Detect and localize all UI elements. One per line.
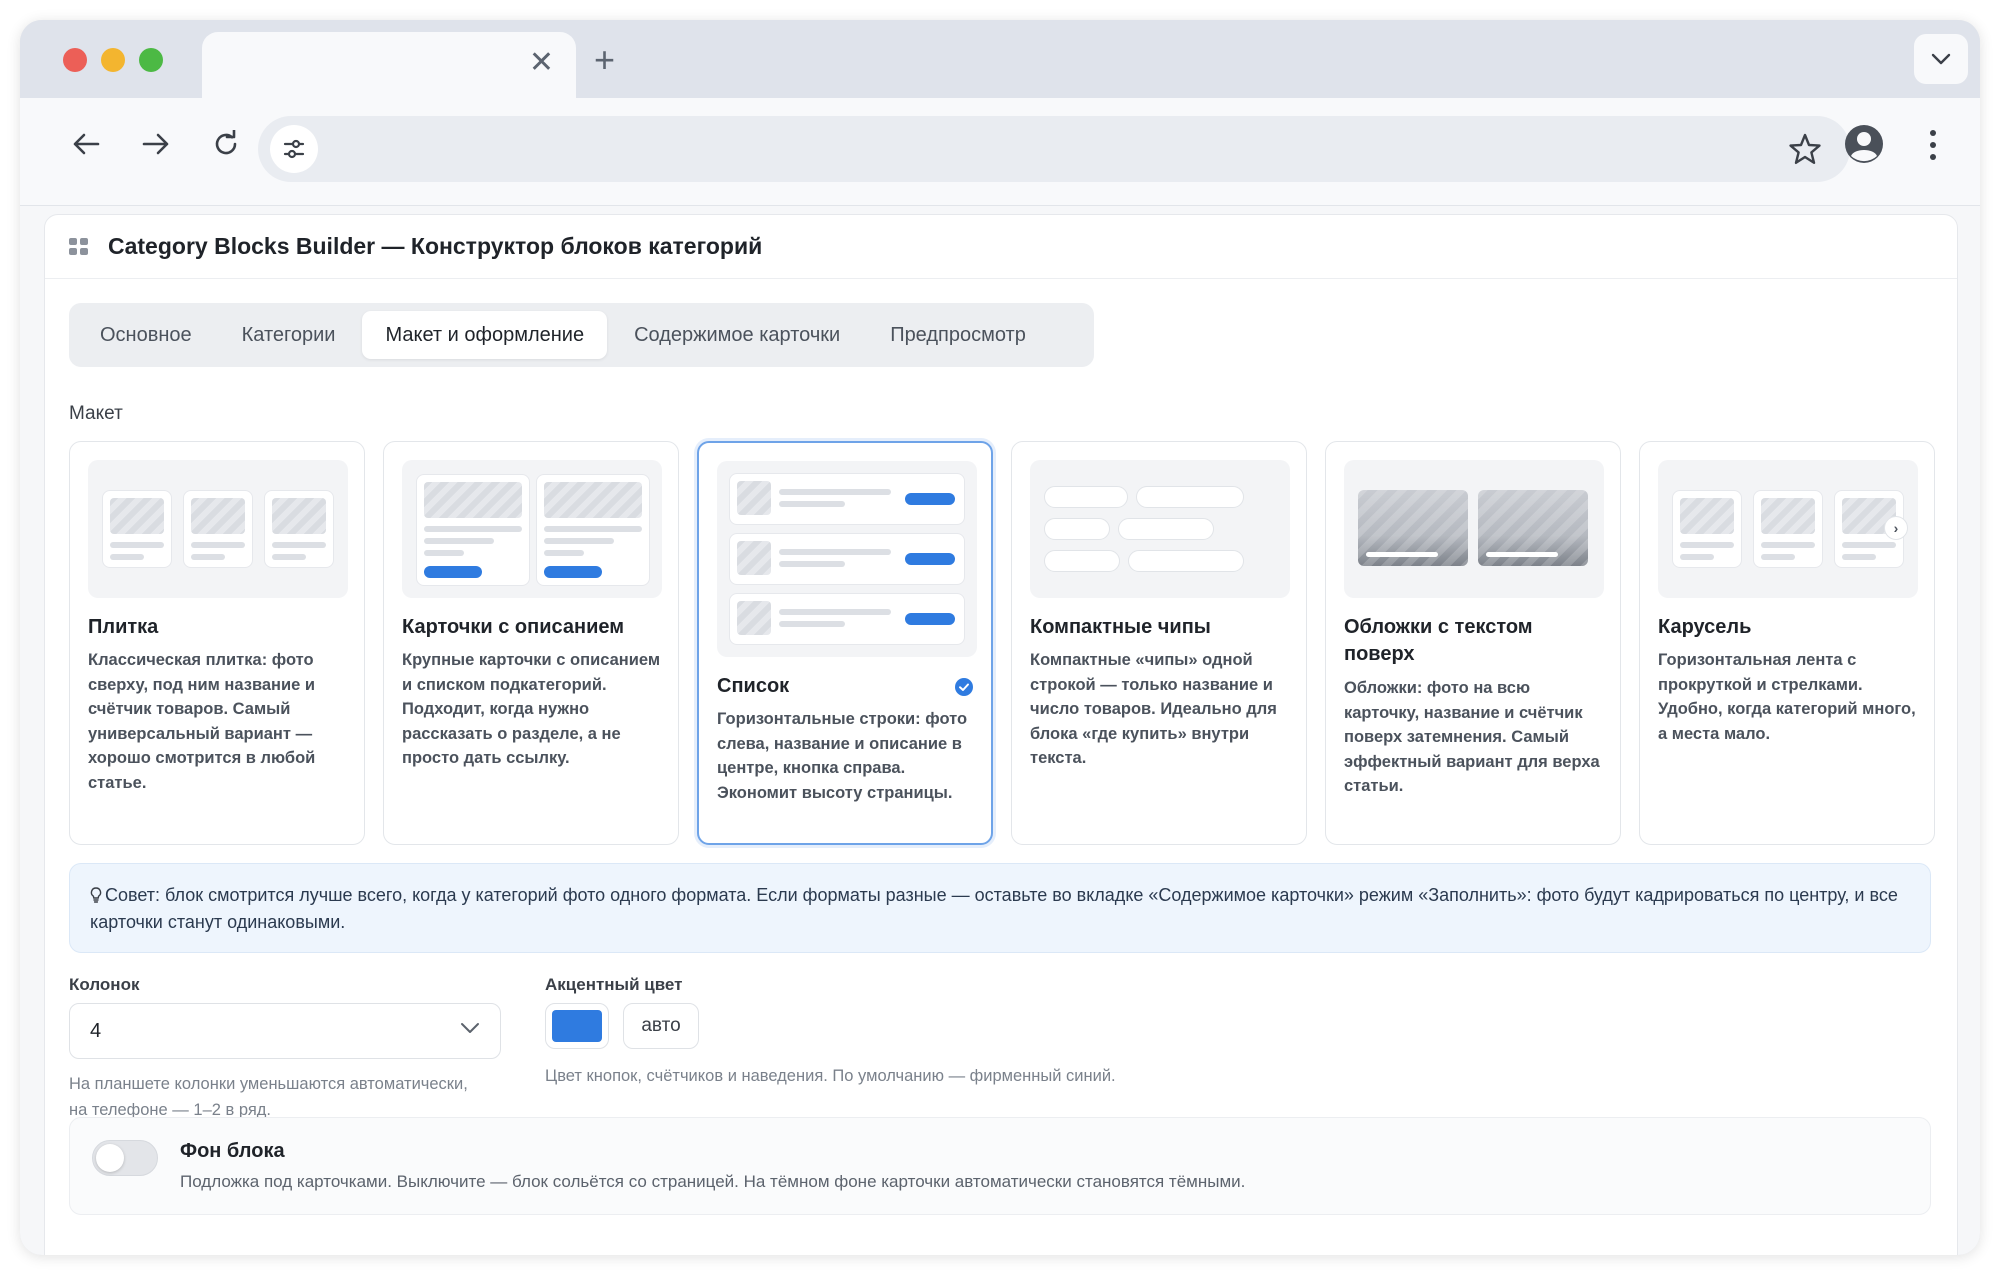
maximize-window-button[interactable] [139,48,163,72]
reload-button[interactable] [204,122,248,166]
grid-icon [69,237,89,256]
accent-auto-button[interactable]: авто [623,1003,699,1049]
columns-value: 4 [90,1019,102,1042]
tip-box: Совет: блок смотрится лучше всего, когда… [69,863,1931,953]
columns-label: Колонок [69,975,140,994]
site-info-button[interactable] [270,125,318,173]
layout-option-title: Обложки с текстом поверх [1344,616,1533,665]
star-icon [1789,133,1821,164]
layout-option-described-cards[interactable]: Карточки с описанием Крупные карточки с … [383,441,679,845]
tab-categories[interactable]: Категории [219,311,359,359]
background-description: Подложка под карточками. Выключите — бло… [180,1172,1246,1191]
address-bar[interactable] [258,116,1850,182]
tab-strip: ✕ + [20,20,1980,98]
minimize-window-button[interactable] [101,48,125,72]
chevron-down-icon [461,1023,479,1033]
background-title: Фон блока [180,1140,285,1162]
close-window-button[interactable] [63,48,87,72]
back-button[interactable] [64,122,108,166]
layout-option-description: Классическая плитка: фото сверху, под ни… [88,651,316,792]
builder-panel: Category Blocks Builder — Конструктор бл… [44,214,1958,1255]
layout-option-title: Карусель [1658,616,1752,638]
page-content: Category Blocks Builder — Конструктор бл… [20,206,1980,1255]
profile-avatar[interactable] [1844,124,1884,164]
layout-options: Плитка Классическая плитка: фото сверху,… [69,441,1935,845]
layout-option-list[interactable]: Список Горизонтальные строки: фото слева… [697,441,993,845]
background-setting: Фон блока Подложка под карточками. Выклю… [69,1117,1931,1215]
page-title: Category Blocks Builder — Конструктор бл… [108,233,763,259]
columns-hint: На планшете колонки уменьшаются автомати… [69,1075,468,1119]
bookmark-button[interactable] [1788,132,1822,171]
accent-color-swatch [552,1010,602,1042]
described-cards-preview [402,460,662,598]
layout-option-description: Компактные «чипы» одной строкой — только… [1030,651,1277,767]
layout-option-covers[interactable]: Обложки с текстом поверх Обложки: фото н… [1325,441,1621,845]
browser-window: ✕ + Category Blocks Builder — Конструкто… [20,20,1980,1255]
layout-option-title: Список [717,675,790,697]
carousel-preview: › [1658,460,1918,598]
tab-basic[interactable]: Основное [77,311,215,359]
list-preview [717,461,977,657]
layout-option-title: Плитка [88,616,159,638]
covers-preview [1344,460,1604,598]
layout-option-description: Крупные карточки с описанием и списком п… [402,651,661,767]
layout-option-carousel[interactable]: › Карусель Горизонтальная лента с прокру… [1639,441,1935,845]
browser-toolbar [20,98,1980,206]
tab-card-content[interactable]: Содержимое карточки [611,311,863,359]
layout-option-description: Обложки: фото на всю карточку, название … [1344,679,1600,795]
layout-option-chips[interactable]: Компактные чипы Компактные «чипы» одной … [1011,441,1307,845]
close-tab-icon[interactable]: ✕ [529,48,554,78]
layout-option-description: Горизонтальные строки: фото слева, назва… [717,710,968,802]
new-tab-icon[interactable]: + [594,42,615,78]
layout-option-title: Карточки с описанием [402,616,625,638]
account-icon [1845,125,1883,163]
chevron-down-icon [1931,53,1951,65]
accent-color-picker[interactable] [545,1003,609,1049]
tip-text: Совет: блок смотрится лучше всего, когда… [90,885,1898,932]
background-toggle[interactable] [92,1140,158,1176]
columns-select[interactable]: 4 [69,1003,501,1059]
layout-section-label: Макет [69,403,123,424]
layout-option-title: Компактные чипы [1030,616,1211,638]
panel-header: Category Blocks Builder — Конструктор бл… [45,215,1957,279]
accent-color-label: Акцентный цвет [545,975,683,994]
reload-icon [215,130,237,155]
chips-preview [1030,460,1290,598]
tune-icon [283,139,305,159]
browser-tab[interactable]: ✕ [202,32,576,98]
browser-menu-button[interactable] [1928,128,1938,162]
settings-tabs: Основное Категории Макет и оформление Со… [69,303,1094,367]
chevron-right-icon: › [1884,516,1908,540]
forward-button[interactable] [134,122,178,166]
tab-preview[interactable]: Предпросмотр [867,311,1049,359]
layout-option-description: Горизонтальная лента с прокруткой и стре… [1658,651,1916,743]
more-vert-icon [1930,130,1936,160]
lightbulb-icon [90,887,102,903]
tab-layout[interactable]: Макет и оформление [362,311,608,359]
arrow-left-icon [73,133,100,155]
tab-search-button[interactable] [1914,34,1968,84]
tiles-preview [88,460,348,598]
accent-color-hint: Цвет кнопок, счётчиков и наведения. По у… [545,1067,1116,1085]
check-circle-icon [955,678,973,696]
arrow-right-icon [142,133,169,155]
layout-option-tiles[interactable]: Плитка Классическая плитка: фото сверху,… [69,441,365,845]
